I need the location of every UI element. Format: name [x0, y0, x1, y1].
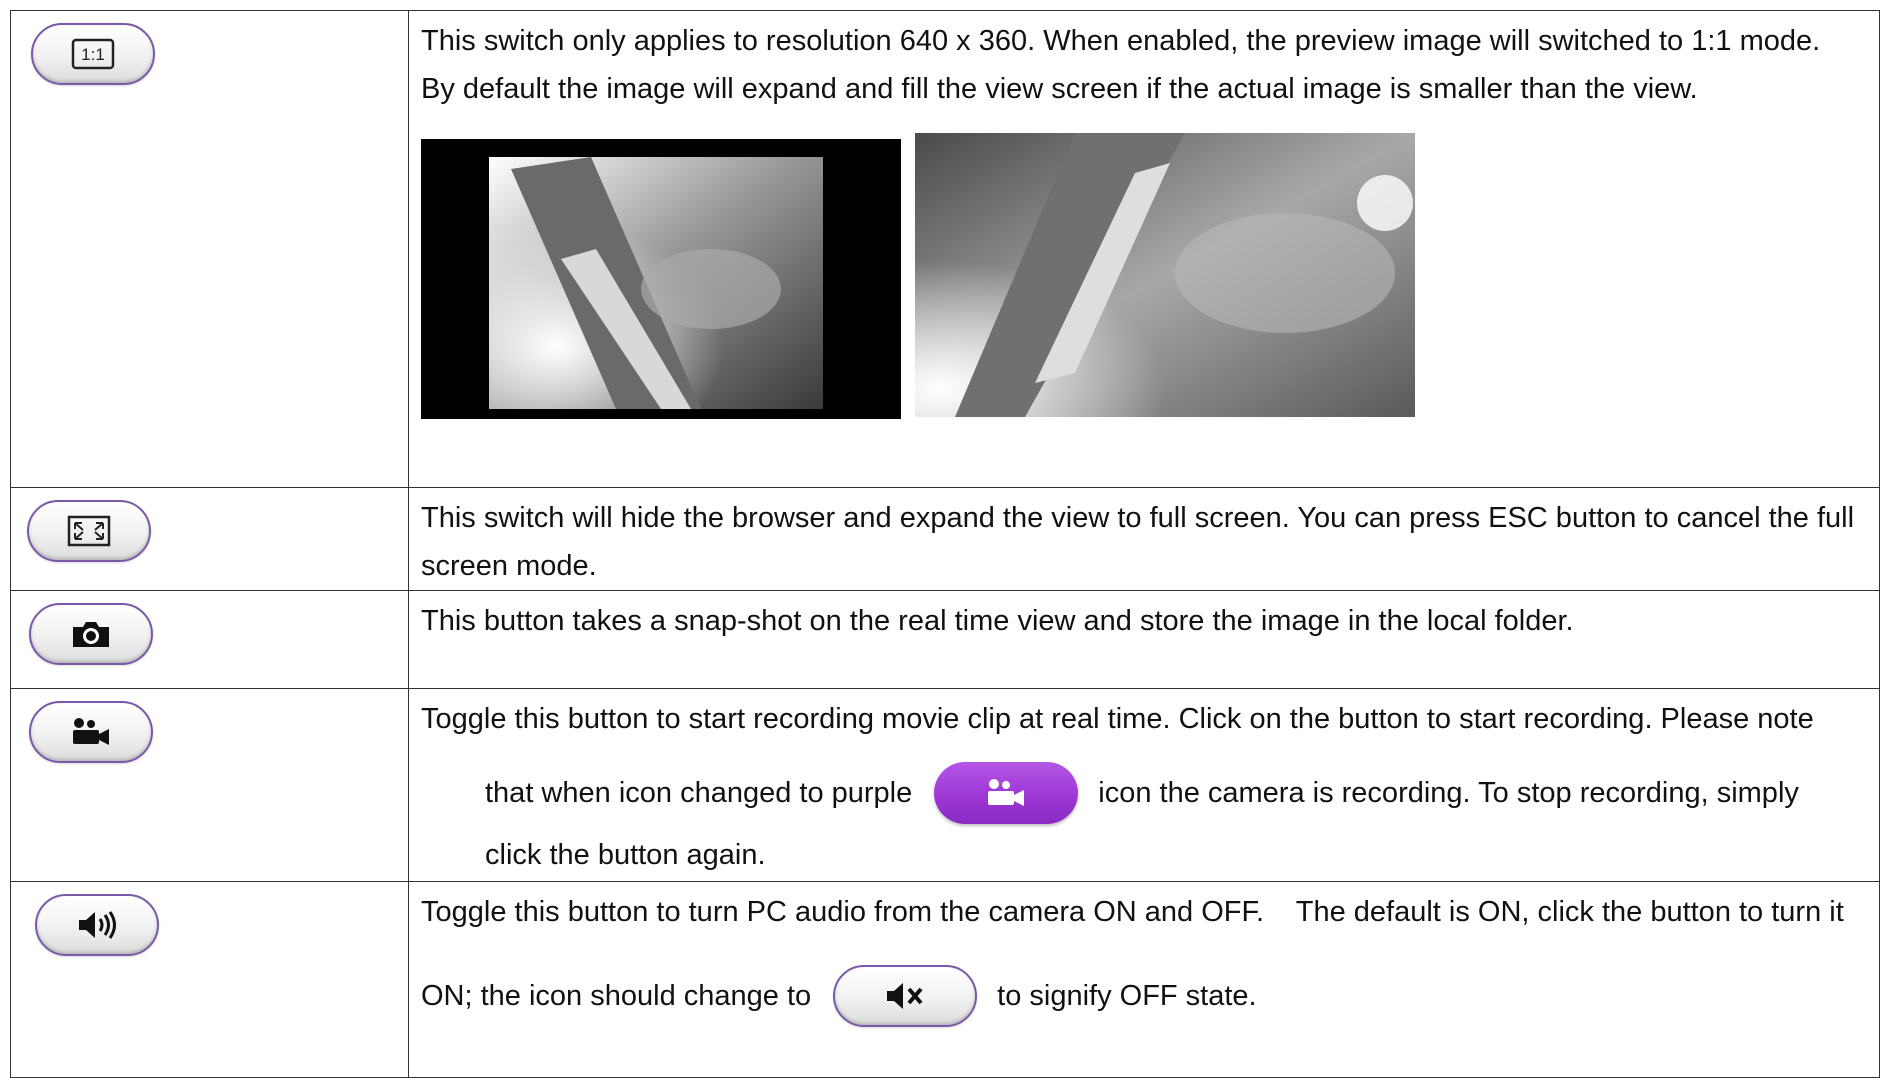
audio-button[interactable] — [35, 894, 159, 956]
description-text: to signify OFF state. — [997, 980, 1257, 1012]
description-line: that when icon changed to purple icon th… — [421, 743, 1879, 843]
description-line: By default the image will expand and fil… — [421, 73, 1698, 105]
one-to-one-button[interactable]: 1:1 — [31, 23, 155, 85]
description-line: Toggle this button to start recording mo… — [421, 703, 1814, 735]
svg-text:1:1: 1:1 — [81, 45, 105, 64]
table-row: 1:1 This switch only applies to resoluti… — [10, 10, 1880, 488]
description-line: click the button again. — [485, 839, 766, 871]
feature-table: 1:1 This switch only applies to resoluti… — [10, 10, 1880, 1078]
description-line: Toggle this button to turn PC audio from… — [421, 896, 1844, 928]
table-row: This switch will hide the browser and ex… — [10, 487, 1880, 591]
record-button[interactable] — [29, 701, 153, 763]
fullscreen-icon — [67, 515, 111, 547]
speaker-on-icon — [79, 911, 116, 939]
speaker-mute-icon — [887, 983, 923, 1009]
description-line: ON; the icon should change to to signify… — [421, 936, 1879, 1056]
button-cell — [10, 487, 409, 591]
description-text: icon the camera is recording. To stop re… — [1098, 777, 1799, 809]
snapshot-button[interactable] — [29, 603, 153, 665]
description-line: screen mode. — [421, 550, 597, 582]
preview-1to1-image — [421, 139, 901, 419]
description-line: This switch will hide the browser and ex… — [421, 502, 1855, 534]
button-cell — [10, 688, 409, 882]
button-cell: 1:1 — [10, 10, 409, 488]
camera-icon — [73, 622, 109, 647]
description-cell: This button takes a snap-shot on the rea… — [408, 590, 1880, 689]
preview-expanded-image — [915, 133, 1415, 417]
description-text: that when icon changed to purple — [485, 777, 913, 809]
fullscreen-button[interactable] — [27, 500, 151, 562]
video-camera-icon — [988, 779, 1025, 806]
description-line: This button takes a snap-shot on the rea… — [421, 605, 1574, 637]
description-cell: This switch only applies to resolution 6… — [408, 10, 1880, 488]
description-text: ON; the icon should change to — [421, 980, 812, 1012]
description-line: This switch only applies to resolution 6… — [421, 25, 1821, 57]
video-camera-icon — [73, 718, 109, 745]
table-row: Toggle this button to turn PC audio from… — [10, 881, 1880, 1078]
recording-state-button — [934, 762, 1079, 824]
audio-off-state-button — [833, 965, 978, 1027]
one-to-one-icon: 1:1 — [71, 38, 115, 70]
button-cell — [10, 881, 409, 1078]
table-row: This button takes a snap-shot on the rea… — [10, 590, 1880, 689]
description-cell: Toggle this button to start recording mo… — [408, 688, 1880, 882]
button-cell — [10, 590, 409, 689]
description-cell: This switch will hide the browser and ex… — [408, 487, 1880, 591]
description-cell: Toggle this button to turn PC audio from… — [408, 881, 1880, 1078]
table-row: Toggle this button to start recording mo… — [10, 688, 1880, 882]
